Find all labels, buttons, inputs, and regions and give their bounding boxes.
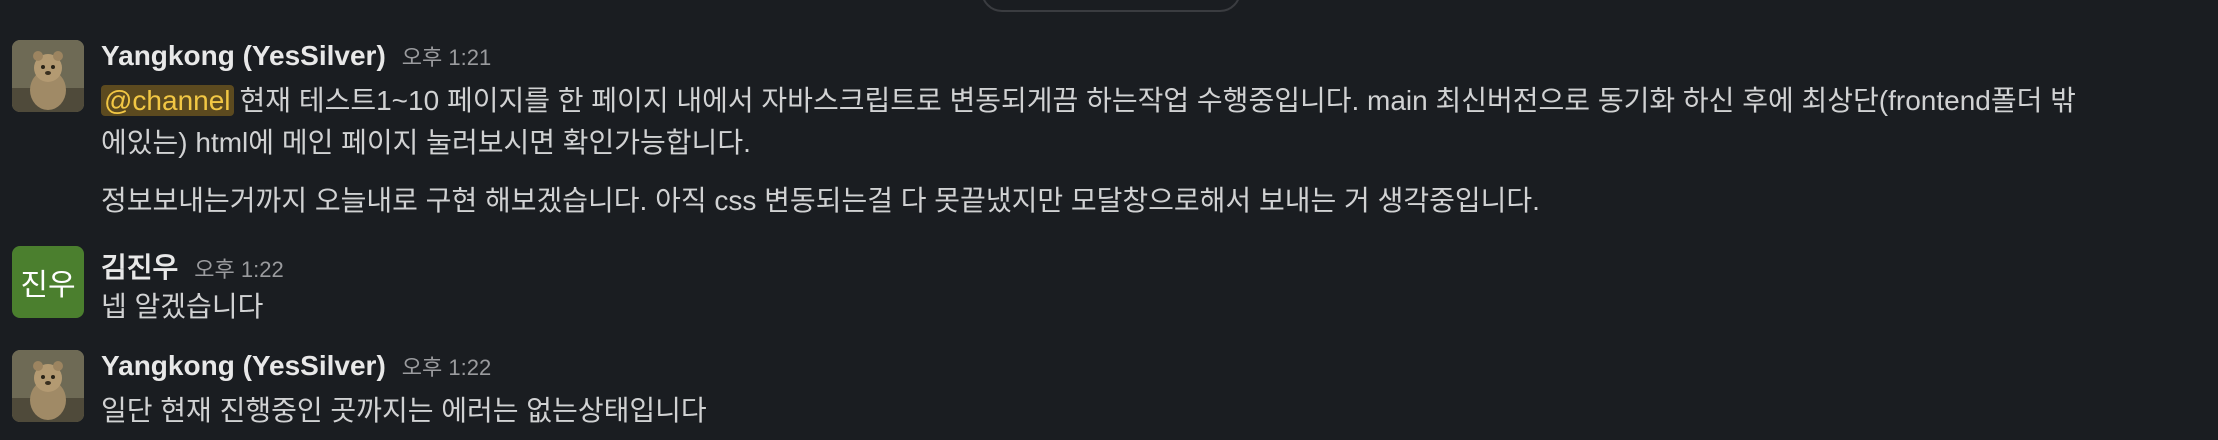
message-text-paragraph: 정보보내는거까지 오늘내로 구현 해보겠습니다. 아직 css 변동되는걸 다 … [101,185,1540,216]
sender-name[interactable]: Yangkong (YesSilver) [101,350,386,382]
message-text-line-1: 현재 테스트1~10 페이지를 한 페이지 내에서 자바스크립트로 변동되게끔 … [239,85,2076,116]
channel-mention[interactable]: @channel [101,85,234,116]
sender-name[interactable]: Yangkong (YesSilver) [101,40,386,72]
avatar[interactable]: 진우 [12,246,84,318]
quokka-photo-icon [12,350,84,422]
sender-name[interactable]: 김진우 [101,246,178,286]
message-text: 일단 현재 진행중인 곳까지는 에러는 없는상태입니다 [101,395,707,426]
message-text: 넵 알겠습니다 [101,291,264,322]
avatar[interactable] [12,350,84,422]
message-timestamp[interactable]: 오후 1:21 [402,40,491,72]
message-timestamp[interactable]: 오후 1:22 [194,252,283,284]
date-divider-pill[interactable] [981,0,1241,12]
avatar[interactable] [12,40,84,112]
quokka-photo-icon [12,40,84,112]
chat-message-pane: Yangkong (YesSilver) 오후 1:21 @channel 현재 … [0,0,2218,440]
message-timestamp[interactable]: 오후 1:22 [402,350,491,382]
message-text: @channel 현재 테스트1~10 페이지를 한 페이지 내에서 자바스크립트… [101,80,2218,122]
message-text-line-2: 에있는) html에 메인 페이지 눌러보시면 확인가능합니다. [101,127,751,158]
